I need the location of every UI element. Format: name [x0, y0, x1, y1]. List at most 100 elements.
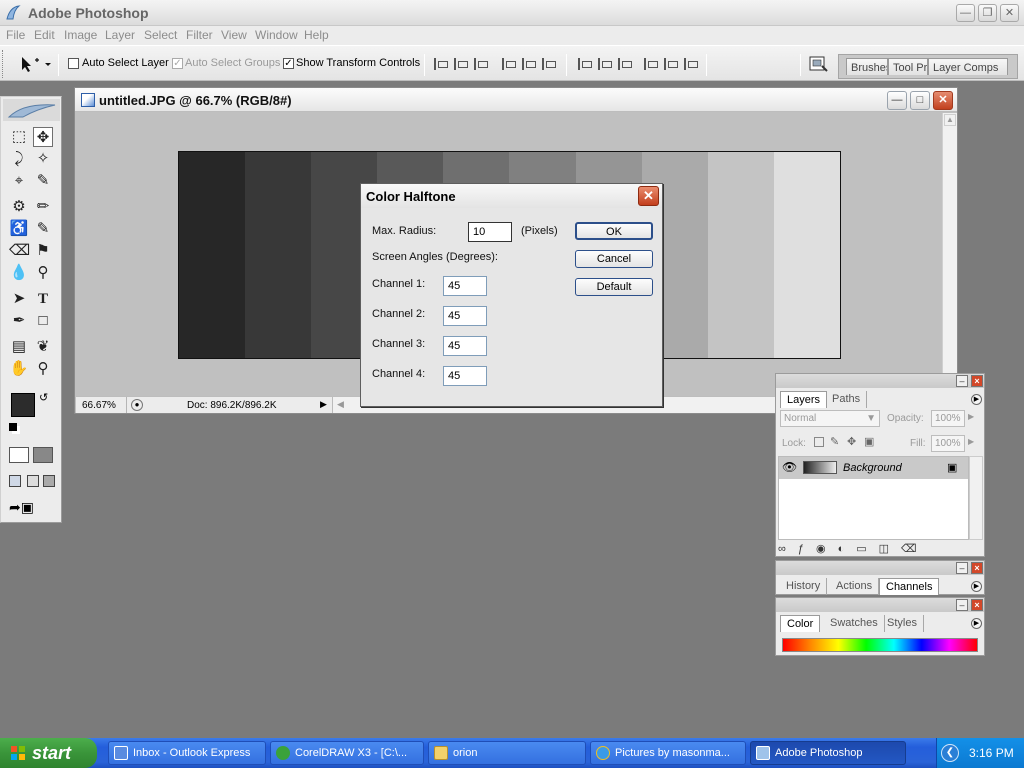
- dialog-titlebar[interactable]: Color Halftone ✕: [361, 184, 662, 208]
- distribute-horizontal-centers-icon[interactable]: [664, 58, 678, 70]
- channel-4-input[interactable]: [443, 366, 487, 386]
- history-brush-icon[interactable]: ✎: [33, 219, 53, 239]
- standard-mode-icon[interactable]: [9, 447, 29, 463]
- auto-select-layer-checkbox[interactable]: [68, 58, 79, 69]
- notes-tool-icon[interactable]: ▤: [9, 337, 29, 357]
- layers-palette-menu-icon[interactable]: ▶: [971, 394, 982, 405]
- layer-style-icon[interactable]: ƒ: [798, 543, 816, 555]
- lock-position-icon[interactable]: ✥: [847, 435, 856, 448]
- healing-brush-icon[interactable]: ⚙: [9, 197, 29, 217]
- align-horizontal-centers-icon[interactable]: [522, 58, 536, 70]
- align-bottom-edges-icon[interactable]: [474, 58, 488, 70]
- default-button[interactable]: Default: [575, 278, 653, 296]
- document-minimize-button[interactable]: —: [887, 91, 907, 110]
- start-button[interactable]: start: [0, 738, 97, 768]
- color-palette-close-button[interactable]: ×: [971, 599, 983, 611]
- well-tab-tool-presets[interactable]: Tool Pr: [888, 58, 928, 75]
- taskbar-coreldraw[interactable]: CorelDRAW X3 - [C:\...: [270, 741, 424, 765]
- distribute-vertical-centers-icon[interactable]: [598, 58, 612, 70]
- status-menu-arrow-icon[interactable]: ▶: [320, 399, 327, 410]
- cancel-button[interactable]: Cancel: [575, 250, 653, 268]
- tab-actions[interactable]: Actions: [830, 578, 880, 595]
- document-close-button[interactable]: ✕: [933, 91, 953, 110]
- layers-palette-close-button[interactable]: ×: [971, 375, 983, 387]
- menu-filter[interactable]: Filter: [186, 28, 213, 42]
- history-palette-close-button[interactable]: ×: [971, 562, 983, 574]
- menu-view[interactable]: View: [221, 28, 247, 42]
- document-maximize-button[interactable]: □: [910, 91, 930, 110]
- move-tool-preset-icon[interactable]: [18, 54, 52, 74]
- menu-help[interactable]: Help: [304, 28, 329, 42]
- color-palette-menu-icon[interactable]: ▶: [971, 618, 982, 629]
- standard-screen-mode-icon[interactable]: [9, 475, 21, 487]
- foreground-color-swatch[interactable]: [11, 393, 35, 417]
- lasso-tool-icon[interactable]: ⤸: [9, 149, 29, 169]
- new-layer-icon[interactable]: ◫: [879, 543, 901, 555]
- menu-select[interactable]: Select: [144, 28, 177, 42]
- taskbar-photoshop[interactable]: Adobe Photoshop: [750, 741, 906, 765]
- clock[interactable]: 3:16 PM: [969, 746, 1014, 760]
- taskbar-outlook-express[interactable]: Inbox - Outlook Express: [108, 741, 266, 765]
- distribute-left-edges-icon[interactable]: [644, 58, 658, 70]
- ok-button[interactable]: OK: [575, 222, 653, 240]
- hand-tool-icon[interactable]: ✋: [9, 359, 29, 379]
- path-selection-icon[interactable]: ➤: [9, 289, 29, 309]
- tab-layers[interactable]: Layers: [780, 391, 828, 408]
- channel-3-input[interactable]: [443, 336, 487, 356]
- tab-history[interactable]: History: [780, 578, 828, 595]
- scroll-left-icon[interactable]: ◀: [337, 399, 344, 410]
- layer-visibility-eye-icon[interactable]: 👁: [782, 460, 797, 474]
- layer-mask-icon[interactable]: ◉: [816, 543, 838, 555]
- dodge-tool-icon[interactable]: ⚲: [33, 263, 53, 283]
- color-palette-minimize-button[interactable]: –: [956, 599, 968, 611]
- tab-paths[interactable]: Paths: [826, 391, 868, 408]
- options-bar-grip[interactable]: [2, 50, 6, 78]
- file-browser-icon[interactable]: [808, 54, 828, 74]
- history-palette-menu-icon[interactable]: ▶: [971, 581, 982, 592]
- layers-palette-titlebar[interactable]: – ×: [776, 374, 984, 388]
- swap-colors-icon[interactable]: ↺: [39, 391, 48, 404]
- paint-bucket-icon[interactable]: ⚑: [33, 241, 53, 261]
- blur-tool-icon[interactable]: 💧: [9, 263, 29, 283]
- new-group-icon[interactable]: ▭: [856, 543, 878, 555]
- tab-channels[interactable]: Channels: [879, 578, 940, 595]
- status-info-icon[interactable]: ●: [131, 399, 143, 411]
- align-left-edges-icon[interactable]: [502, 58, 516, 70]
- align-top-edges-icon[interactable]: [434, 58, 448, 70]
- distribute-right-edges-icon[interactable]: [684, 58, 698, 70]
- show-transform-controls-checkbox[interactable]: ✓: [283, 58, 294, 69]
- default-colors-icon[interactable]: [9, 423, 17, 431]
- menu-image[interactable]: Image: [64, 28, 97, 42]
- app-minimize-button[interactable]: —: [956, 4, 975, 22]
- link-layers-icon[interactable]: ∞: [778, 543, 798, 555]
- layer-row[interactable]: 👁 Background ▣: [779, 457, 968, 479]
- scroll-up-icon[interactable]: ▲: [944, 114, 956, 126]
- magic-wand-icon[interactable]: ✧: [33, 149, 53, 169]
- jump-to-imageready-icon[interactable]: ➦▣: [9, 499, 55, 517]
- app-restore-button[interactable]: ❐: [978, 4, 997, 22]
- layer-name[interactable]: Background: [843, 462, 902, 474]
- taskbar-internet-explorer[interactable]: Pictures by masonma...: [590, 741, 746, 765]
- align-right-edges-icon[interactable]: [542, 58, 556, 70]
- lock-image-icon[interactable]: ✎: [830, 435, 839, 448]
- layers-palette-minimize-button[interactable]: –: [956, 375, 968, 387]
- move-tool-icon[interactable]: ✥: [33, 127, 53, 147]
- crop-tool-icon[interactable]: ⌖: [9, 171, 29, 191]
- full-screen-menu-mode-icon[interactable]: [27, 475, 39, 487]
- lock-transparent-icon[interactable]: [814, 437, 824, 447]
- show-hidden-icons-icon[interactable]: ❮: [941, 744, 959, 762]
- zoom-level[interactable]: 66.67%: [82, 400, 116, 411]
- full-screen-mode-icon[interactable]: [43, 475, 55, 487]
- brush-tool-icon[interactable]: ✏: [33, 197, 53, 217]
- quick-mask-mode-icon[interactable]: [33, 447, 53, 463]
- photoshop-feather-icon[interactable]: [3, 99, 60, 121]
- distribute-bottom-edges-icon[interactable]: [618, 58, 632, 70]
- eyedropper-icon[interactable]: ❦: [33, 337, 53, 357]
- distribute-top-edges-icon[interactable]: [578, 58, 592, 70]
- zoom-tool-icon[interactable]: ⚲: [33, 359, 53, 379]
- channel-2-input[interactable]: [443, 306, 487, 326]
- document-titlebar[interactable]: untitled.JPG @ 66.7% (RGB/8#) — □ ✕: [75, 88, 957, 112]
- align-vertical-centers-icon[interactable]: [454, 58, 468, 70]
- adjustment-layer-icon[interactable]: ◐: [838, 543, 857, 555]
- layers-scrollbar[interactable]: [969, 456, 983, 540]
